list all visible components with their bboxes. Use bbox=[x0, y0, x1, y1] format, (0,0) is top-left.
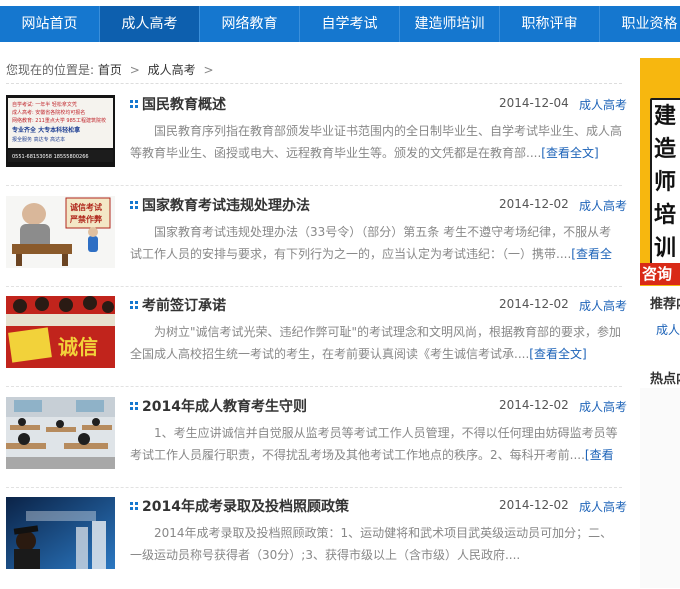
list-item: 2014年成考录取及投档照顾政策 2014-12-02 成人高考 2014年成考… bbox=[6, 496, 627, 589]
article-thumbnail[interactable] bbox=[6, 497, 115, 569]
thumb-line: 严禁作弊 bbox=[69, 214, 103, 224]
list-item: 自学考试: 一年半 轻松拿文凭 成人高考: 安徽省各院校均可报名 网络教育: 2… bbox=[6, 94, 627, 195]
article-summary: 为树立"诚信考试光荣、违纪作弊可耻"的考试理念和文明风尚，根据教育部的要求，参加… bbox=[130, 321, 622, 365]
article-thumbnail[interactable] bbox=[6, 397, 115, 469]
article-title[interactable]: 国民教育概述 bbox=[142, 94, 226, 114]
nav-item-home[interactable]: 网站首页 bbox=[0, 6, 100, 42]
breadcrumb-separator: > bbox=[129, 63, 140, 77]
bullet-icon bbox=[130, 301, 138, 309]
nav-item-constructor[interactable]: 建造师培训 bbox=[400, 6, 500, 42]
article-thumbnail[interactable]: 自学考试: 一年半 轻松拿文凭 成人高考: 安徽省各院校均可报名 网络教育: 2… bbox=[6, 95, 115, 167]
article-category-link[interactable]: 成人高考 bbox=[579, 197, 627, 214]
nav-item-adult-exam[interactable]: 成人高考 bbox=[100, 6, 200, 42]
article-title[interactable]: 2014年成人教育考生守则 bbox=[142, 396, 307, 416]
breadcrumb-home-link[interactable]: 首页 bbox=[98, 63, 122, 77]
thumb-line: 成人高考: 安徽省各院校均可报名 bbox=[12, 109, 85, 116]
list-item: 2014年成人教育考生守则 2014-12-02 成人高考 1、考生应讲诚信并自… bbox=[6, 396, 627, 497]
graduation-image bbox=[6, 497, 115, 569]
summary-text: 国家教育考试违规处理办法（33号令）（部分）第五条 考生不遵守考场纪律，不服从考… bbox=[130, 225, 612, 261]
bullet-icon bbox=[130, 502, 138, 510]
hot-content-panel bbox=[640, 388, 680, 588]
article-category-link[interactable]: 成人高考 bbox=[579, 96, 627, 113]
nav-item-qualification[interactable]: 职业资格 bbox=[600, 6, 680, 42]
breadcrumb-separator: > bbox=[203, 63, 214, 77]
thumb-line: 网络教育: 211重点大学 985工程建筑院校 bbox=[12, 117, 106, 124]
thumb-line: 自学考试: 一年半 轻松拿文凭 bbox=[12, 101, 77, 108]
breadcrumb-current-link[interactable]: 成人高考 bbox=[148, 63, 196, 77]
breadcrumb-prefix: 您现在的位置是: bbox=[6, 63, 95, 77]
ad-flyer-image: 自学考试: 一年半 轻松拿文凭 成人高考: 安徽省各院校均可报名 网络教育: 2… bbox=[6, 95, 115, 167]
list-item: 诚信 考前签订承诺 2014-12-02 成人高考 为树立"诚信考试光荣、违纪作… bbox=[6, 295, 627, 396]
article-date: 2014-12-04 bbox=[499, 96, 569, 110]
article-date: 2014-12-02 bbox=[499, 398, 569, 412]
article-summary: 国民教育序列指在教育部颁发毕业证书范围内的全日制毕业生、自学考试毕业生、成人高等… bbox=[130, 120, 622, 164]
article-summary: 2014年成考录取及投档照顾政策：1、运动健将和武术项目武英级运动员可加分；二、… bbox=[130, 522, 622, 566]
list-divider bbox=[6, 386, 622, 387]
article-title[interactable]: 考前签订承诺 bbox=[142, 295, 226, 315]
breadcrumb-divider bbox=[6, 83, 622, 84]
top-nav: 网站首页 成人高考 网络教育 自学考试 建造师培训 职称评审 职业资格 bbox=[0, 6, 680, 42]
thumb-line: 诚信 bbox=[58, 335, 98, 359]
thumb-line: 专业齐全 大专本科轻松拿 bbox=[12, 126, 81, 134]
article-category-link[interactable]: 成人高考 bbox=[579, 498, 627, 515]
right-sidebar: 建造师培训 咨询 推荐内容 成人高考 热点内容 bbox=[640, 58, 680, 589]
bullet-icon bbox=[130, 201, 138, 209]
list-item: 诚信考试 严禁作弊 国家教育考试违规处理办法 2014-12-02 成人高考 国… bbox=[6, 195, 627, 296]
summary-text: 2014年成考录取及投档照顾政策：1、运动健将和武术项目武英级运动员可加分；二、… bbox=[130, 526, 613, 562]
read-more-link[interactable]: [查看全文] bbox=[529, 347, 586, 361]
banner-text: 建造师培训 bbox=[654, 104, 677, 261]
nav-item-online-edu[interactable]: 网络教育 bbox=[200, 6, 300, 42]
recommended-heading: 推荐内容 bbox=[650, 297, 680, 312]
nav-item-title-review[interactable]: 职称评审 bbox=[500, 6, 600, 42]
hot-content-heading: 热点内容 bbox=[650, 372, 680, 387]
nav-item-self-study[interactable]: 自学考试 bbox=[300, 6, 400, 42]
article-date: 2014-12-02 bbox=[499, 498, 569, 512]
thumb-line: 0551-68153058 18555800266 bbox=[12, 154, 89, 160]
article-title[interactable]: 2014年成考录取及投档照顾政策 bbox=[142, 496, 349, 516]
list-divider bbox=[6, 185, 622, 186]
constructor-training-banner[interactable]: 建造师培训 咨询 bbox=[640, 58, 680, 286]
article-title[interactable]: 国家教育考试违规处理办法 bbox=[142, 195, 310, 215]
article-date: 2014-12-02 bbox=[499, 197, 569, 211]
article-category-link[interactable]: 成人高考 bbox=[579, 398, 627, 415]
thumb-line: 报全服务 高达专 高达本 bbox=[12, 136, 65, 143]
summary-text: 1、考生应讲诚信并自觉服从监考员等考试工作人员管理，不得以任何理由妨碍监考员等考… bbox=[130, 426, 618, 462]
bullet-icon bbox=[130, 402, 138, 410]
list-divider bbox=[6, 487, 622, 488]
exam-room-image bbox=[6, 397, 115, 469]
bullet-icon bbox=[130, 100, 138, 108]
exam-cartoon-image: 诚信考试 严禁作弊 bbox=[6, 196, 115, 268]
recommended-link[interactable]: 成人高考 bbox=[656, 321, 680, 338]
pledge-signing-image: 诚信 bbox=[6, 296, 115, 368]
thumb-line: 诚信考试 bbox=[70, 202, 102, 212]
article-date: 2014-12-02 bbox=[499, 297, 569, 311]
article-summary: 国家教育考试违规处理办法（33号令）（部分）第五条 考生不遵守考场纪律，不服从考… bbox=[130, 221, 622, 265]
breadcrumb: 您现在的位置是: 首页 > 成人高考 > bbox=[6, 61, 218, 78]
list-divider bbox=[6, 286, 622, 287]
article-category-link[interactable]: 成人高考 bbox=[579, 297, 627, 314]
article-summary: 1、考生应讲诚信并自觉服从监考员等考试工作人员管理，不得以任何理由妨碍监考员等考… bbox=[130, 422, 622, 466]
article-thumbnail[interactable]: 诚信 bbox=[6, 296, 115, 368]
article-thumbnail[interactable]: 诚信考试 严禁作弊 bbox=[6, 196, 115, 268]
consult-button[interactable]: 咨询 bbox=[640, 263, 680, 285]
read-more-link[interactable]: [查看全文] bbox=[541, 146, 598, 160]
